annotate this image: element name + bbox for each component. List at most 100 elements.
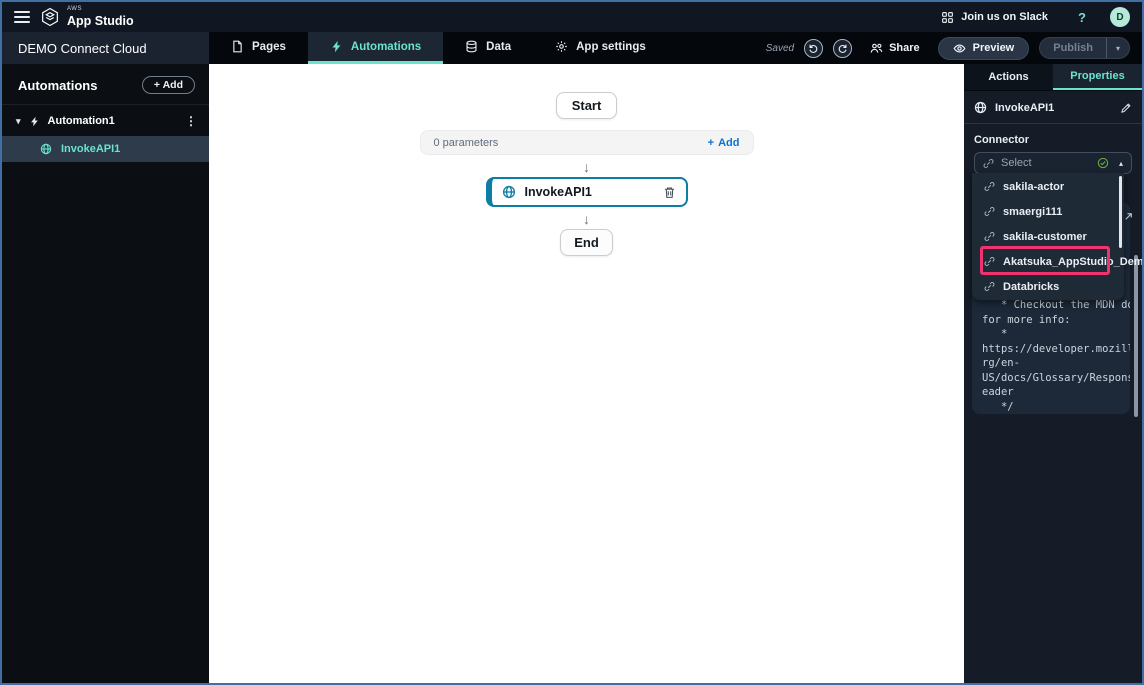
code-line: https://developer.mozilla.o xyxy=(982,342,1124,357)
link-icon xyxy=(984,206,995,217)
publish-dropdown-caret[interactable]: ▾ xyxy=(1106,38,1129,58)
automation-spark-icon xyxy=(29,116,40,127)
flow-arrow-down-icon: ↓ xyxy=(583,212,590,226)
tab-actions[interactable]: Actions xyxy=(964,64,1053,90)
code-line: for more info: xyxy=(982,313,1124,328)
globe-icon xyxy=(40,143,52,155)
tab-automations[interactable]: Automations xyxy=(308,32,443,64)
share-button[interactable]: Share xyxy=(870,42,920,55)
tab-app-settings-label: App settings xyxy=(576,41,646,53)
editor-scrollbar[interactable] xyxy=(1134,255,1138,417)
hexagon-logo-icon xyxy=(40,7,60,27)
tree-item-invokeapi1[interactable]: InvokeAPI1 xyxy=(2,136,209,162)
connector-label: Connector xyxy=(974,134,1132,146)
invokeapi1-node[interactable]: InvokeAPI1 xyxy=(486,177,688,207)
pencil-icon xyxy=(1120,102,1132,114)
expand-arrow-icon xyxy=(1123,211,1134,222)
body: Automations + Add ▾ Automation1 ⋮ Invoke… xyxy=(2,64,1142,683)
end-node[interactable]: End xyxy=(560,229,613,256)
kebab-menu-icon[interactable]: ⋮ xyxy=(185,114,197,128)
tab-properties[interactable]: Properties xyxy=(1053,64,1142,90)
undo-button[interactable] xyxy=(804,39,823,58)
invokeapi1-node-label: InvokeAPI1 xyxy=(525,185,592,199)
connector-option-label: smaergi111 xyxy=(1003,206,1062,218)
connector-option-label: sakila-customer xyxy=(1003,231,1087,243)
code-line: eader xyxy=(982,385,1124,400)
join-slack-link[interactable]: Join us on Slack xyxy=(941,11,1048,24)
connector-select[interactable]: Select ▴ xyxy=(974,152,1132,174)
project-name: DEMO Connect Cloud xyxy=(2,32,209,64)
tab-automations-label: Automations xyxy=(351,41,421,53)
connector-option-label: Akatsuka_AppStudio_Demo xyxy=(1003,256,1144,268)
tab-data-label: Data xyxy=(486,41,511,53)
hamburger-menu-icon[interactable] xyxy=(14,11,30,23)
connector-select-placeholder: Select xyxy=(1001,157,1090,169)
properties-panel: Actions Properties InvokeAPI1 Connector xyxy=(964,64,1142,683)
parameters-count-label: 0 parameters xyxy=(434,137,499,149)
tab-app-settings[interactable]: App settings xyxy=(533,32,668,64)
globe-icon xyxy=(974,101,987,114)
publish-button[interactable]: Publish xyxy=(1040,38,1106,58)
subbar-controls: Saved Share xyxy=(766,32,1142,64)
redo-button[interactable] xyxy=(833,39,852,58)
parameters-bar: 0 parameters + Add xyxy=(420,130,754,155)
connector-option-label: Databricks xyxy=(1003,281,1059,293)
chevron-down-icon[interactable]: ▾ xyxy=(16,116,21,127)
brand-aws-label: AWS xyxy=(67,6,134,12)
app-studio-logo[interactable]: AWS App Studio xyxy=(40,6,134,29)
globe-icon xyxy=(502,185,516,199)
connector-option-smaergi111[interactable]: smaergi111 xyxy=(972,199,1124,224)
brand-text: AWS App Studio xyxy=(67,6,134,29)
code-line: * xyxy=(982,327,1124,342)
add-parameter-label: Add xyxy=(718,137,739,149)
code-line: US/docs/Glossary/Response_h xyxy=(982,371,1124,386)
dropdown-scrollbar[interactable] xyxy=(1119,176,1122,248)
add-parameter-button[interactable]: + Add xyxy=(708,137,740,149)
connector-option-sakila-customer[interactable]: sakila-customer xyxy=(972,224,1124,249)
automations-sidebar: Automations + Add ▾ Automation1 ⋮ Invoke… xyxy=(2,64,209,683)
connector-option-sakila-actor[interactable]: sakila-actor xyxy=(972,174,1124,199)
delete-node-button[interactable] xyxy=(663,186,676,199)
gear-icon xyxy=(555,40,568,53)
top-bar: AWS App Studio Join us on Slack ? D xyxy=(2,2,1142,32)
add-automation-button[interactable]: + Add xyxy=(142,76,195,94)
tab-pages[interactable]: Pages xyxy=(209,32,308,64)
connector-dropdown: sakila-actor smaergi111 sakila-customer xyxy=(972,173,1124,300)
rename-node-button[interactable] xyxy=(1120,102,1132,114)
divider xyxy=(964,123,1142,124)
app-root: AWS App Studio Join us on Slack ? D DEMO… xyxy=(0,0,1144,685)
tab-data[interactable]: Data xyxy=(443,32,533,64)
tree-item-invokeapi1-label: InvokeAPI1 xyxy=(61,143,120,155)
help-button[interactable]: ? xyxy=(1078,10,1086,25)
connector-option-akatsuka-appstudio-demo[interactable]: Akatsuka_AppStudio_Demo xyxy=(972,249,1124,274)
connector-option-databricks[interactable]: Databricks xyxy=(972,274,1124,299)
redo-icon xyxy=(837,43,848,54)
chevron-up-icon: ▴ xyxy=(1119,159,1123,168)
start-node[interactable]: Start xyxy=(556,92,618,119)
share-people-icon xyxy=(870,42,883,55)
link-icon xyxy=(984,281,995,292)
code-line: rg/en- xyxy=(982,356,1124,371)
database-icon xyxy=(465,40,478,53)
preview-button[interactable]: Preview xyxy=(938,37,1030,60)
code-line: */ xyxy=(982,400,1124,415)
trash-icon xyxy=(663,186,676,199)
sidebar-header: Automations + Add xyxy=(2,64,209,105)
automation-canvas[interactable]: Start 0 parameters + Add ↓ InvokeAPI1 xyxy=(209,64,964,683)
page-icon xyxy=(231,40,244,53)
panel-tabs: Actions Properties xyxy=(964,64,1142,91)
panel-node-row: InvokeAPI1 xyxy=(964,91,1142,123)
flow-arrow-down-icon: ↓ xyxy=(583,160,590,174)
expand-editor-button[interactable] xyxy=(1123,211,1134,222)
link-icon xyxy=(984,231,995,242)
tab-pages-label: Pages xyxy=(252,41,286,53)
valid-check-icon xyxy=(1097,157,1109,169)
tree-item-automation1[interactable]: ▾ Automation1 ⋮ xyxy=(2,105,209,136)
sidebar-title: Automations xyxy=(18,78,97,93)
user-avatar[interactable]: D xyxy=(1110,7,1130,27)
join-slack-label: Join us on Slack xyxy=(961,11,1048,23)
sub-bar: DEMO Connect Cloud Pages Automations Dat… xyxy=(2,32,1142,64)
tree-item-automation1-label: Automation1 xyxy=(48,115,115,127)
link-icon xyxy=(984,181,995,192)
link-icon xyxy=(983,158,994,169)
